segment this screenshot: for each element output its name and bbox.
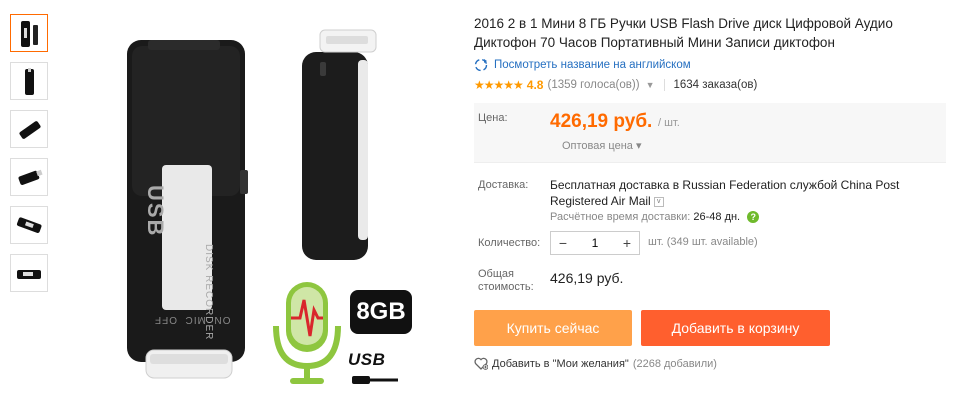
shipping-method[interactable]: Бесплатная доставка в Russian Federation… [550,177,950,209]
quantity-increase-button[interactable]: + [615,235,639,251]
buy-now-button[interactable]: Купить сейчас [474,310,632,346]
delivery-time-value: 26-48 дн. [693,211,741,223]
product-title: 2016 2 в 1 Мини 8 ГБ Ручки USB Flash Dri… [474,16,893,50]
device-label-switch: ON MIC OFF [154,314,231,325]
device-label-subtitle: DISK RECORDER [203,244,214,341]
price-value: 426,19 руб. [550,111,653,132]
translate-icon [474,58,488,72]
add-to-cart-button[interactable]: Добавить в корзину [641,310,830,346]
chevron-down-icon[interactable]: v [653,196,664,207]
shipping-method-text: Бесплатная доставка в Russian Federation… [550,178,900,208]
rating-stars: ★★★★★ [474,78,524,92]
rating-score: 4.8 [526,78,544,92]
orders-count: 1634 заказа(ов) [664,79,757,91]
delivery-time-label: Расчётное время доставки: [550,211,691,223]
divider [474,162,946,163]
thumbnail-5[interactable] [10,206,48,244]
translate-link[interactable]: Посмотреть название на английском [474,58,954,72]
total-value: 426,19 руб. [550,270,624,286]
product-info: 2016 2 в 1 Мини 8 ГБ Ручки USB Flash Dri… [474,14,954,93]
shipping-label: Доставка: [478,179,529,191]
capacity-badge: 8GB [350,290,412,334]
quantity-decrease-button[interactable]: − [551,235,575,251]
shipping-row: Доставка: Бесплатная доставка в Russian … [474,177,946,237]
heart-icon [474,357,488,370]
chevron-down-icon[interactable]: ▼ [646,80,655,90]
total-label: Общая стоимость: [478,268,534,293]
wishlist-label[interactable]: Добавить в "Мои желания" [492,358,629,370]
device-label-usb: USB [143,185,168,238]
rating-row: ★★★★★ 4.8 (1359 голоса(ов)) ▼ 1634 заказ… [474,77,954,93]
thumbnail-3[interactable] [10,110,48,148]
quantity-row: Количество: − + шт. (349 шт. available) [474,231,946,257]
total-row: Общая стоимость: 426,19 руб. [474,268,946,296]
product-main-image[interactable]: USB DISK RECORDER ON MIC OFF 8GB USB [62,0,457,400]
quantity-input[interactable] [575,236,615,250]
thumbnail-2[interactable] [10,62,48,100]
price-unit: / шт. [658,117,680,129]
translate-link-label[interactable]: Посмотреть название на английском [494,59,691,71]
quantity-label: Количество: [478,237,541,249]
delivery-time: Расчётное время доставки: 26-48 дн. ? [550,211,760,224]
thumbnail-list [10,14,52,302]
quantity-stepper[interactable]: − + [550,231,640,255]
thumbnail-4[interactable] [10,158,48,196]
rating-votes[interactable]: (1359 голоса(ов)) [547,79,639,91]
wishlist-count: (2268 добавили) [632,357,717,370]
wholesale-price-toggle[interactable]: Оптовая цена ▾ [562,139,641,152]
help-icon[interactable]: ? [747,211,760,224]
price-box: Цена: 426,19 руб. / шт. Оптовая цена ▾ [474,103,946,162]
usb-logo: USB [348,350,386,369]
thumbnail-1[interactable] [10,14,48,52]
add-to-wishlist-link[interactable]: Добавить в "Мои желания" (2268 добавили) [474,357,717,370]
quantity-available: шт. (349 шт. available) [648,236,758,248]
thumbnail-6[interactable] [10,254,48,292]
price-label: Цена: [478,112,508,124]
